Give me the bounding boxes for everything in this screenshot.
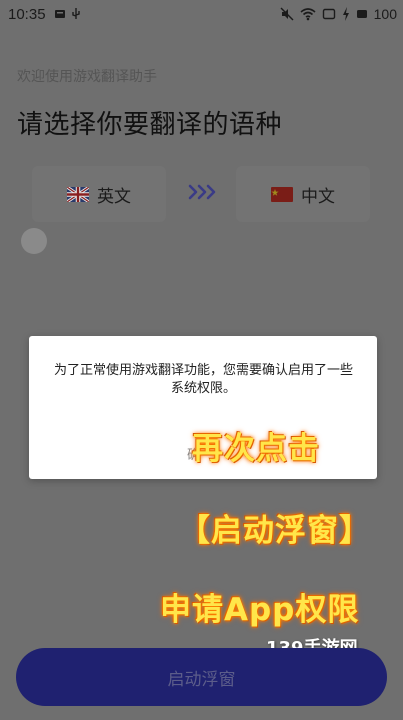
china-flag-icon [271,186,293,202]
wifi-icon [300,8,316,21]
start-float-window-button[interactable]: 启动浮窗 [16,648,387,706]
usb-icon [72,8,80,19]
target-language-selector[interactable]: 中文 [236,166,370,222]
uk-flag-icon [67,186,89,202]
status-time: 10:35 [8,6,46,23]
toggle-switch[interactable] [21,228,47,254]
status-bar: 10:35 100 [0,0,403,30]
notification-icon [55,10,65,18]
annotation-start-float: 【启动浮窗】 [179,513,371,549]
annotation-click-again: 再次点击 [192,431,320,467]
screen-icon [322,8,335,20]
battery-icon [356,10,367,18]
welcome-subtitle: 欢迎使用游戏翻译助手 [17,69,157,85]
charging-icon [342,7,349,21]
annotation-request-permission: 申请App权限 [160,592,360,628]
mute-icon [280,7,294,21]
dialog-message: 为了正常使用游戏翻译功能，您需要确认启用了一些系统权限。 [53,363,353,396]
battery-level: 100 [373,6,397,22]
status-icons: 100 [280,6,397,22]
page-title: 请选择你要翻译的语种 [17,110,283,140]
triple-chevron-right-icon[interactable] [186,180,220,204]
source-language-label: 英文 [97,186,131,207]
source-language-selector[interactable]: 英文 [32,166,166,222]
target-language-label: 中文 [301,186,335,207]
